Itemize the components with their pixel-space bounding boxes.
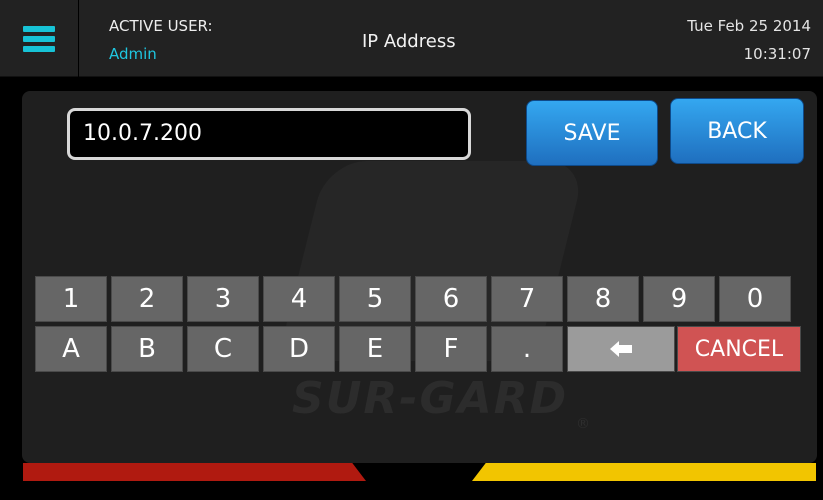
- save-button[interactable]: SAVE: [526, 100, 658, 166]
- time-display: 10:31:07: [743, 45, 811, 63]
- menu-button[interactable]: [0, 0, 79, 77]
- cancel-key[interactable]: CANCEL: [677, 326, 801, 372]
- key-3[interactable]: 3: [187, 276, 259, 322]
- key-d[interactable]: D: [263, 326, 335, 372]
- active-user-label: ACTIVE USER:: [109, 17, 213, 35]
- status-bar-yellow: [472, 463, 816, 481]
- registered-mark: ®: [576, 416, 590, 432]
- backspace-arrow-icon: [610, 341, 632, 357]
- key-dot[interactable]: .: [491, 326, 563, 372]
- page-title: IP Address: [362, 31, 456, 52]
- key-5[interactable]: 5: [339, 276, 411, 322]
- key-6[interactable]: 6: [415, 276, 487, 322]
- key-2[interactable]: 2: [111, 276, 183, 322]
- key-0[interactable]: 0: [719, 276, 791, 322]
- key-c[interactable]: C: [187, 326, 259, 372]
- key-b[interactable]: B: [111, 326, 183, 372]
- active-user-name: Admin: [109, 45, 157, 63]
- key-a[interactable]: A: [35, 326, 107, 372]
- key-f[interactable]: F: [415, 326, 487, 372]
- date-display: Tue Feb 25 2014: [687, 17, 811, 35]
- key-7[interactable]: 7: [491, 276, 563, 322]
- status-bar-red: [23, 463, 366, 481]
- back-button[interactable]: BACK: [670, 98, 804, 164]
- key-1[interactable]: 1: [35, 276, 107, 322]
- key-9[interactable]: 9: [643, 276, 715, 322]
- ip-address-field[interactable]: 10.0.7.200: [67, 108, 471, 160]
- key-e[interactable]: E: [339, 326, 411, 372]
- backspace-key[interactable]: [567, 326, 675, 372]
- hamburger-icon: [23, 25, 55, 52]
- key-4[interactable]: 4: [263, 276, 335, 322]
- brand-watermark-text: SUR-GARD: [292, 373, 569, 424]
- header-bar: ACTIVE USER: Admin IP Address Tue Feb 25…: [0, 0, 823, 77]
- key-8[interactable]: 8: [567, 276, 639, 322]
